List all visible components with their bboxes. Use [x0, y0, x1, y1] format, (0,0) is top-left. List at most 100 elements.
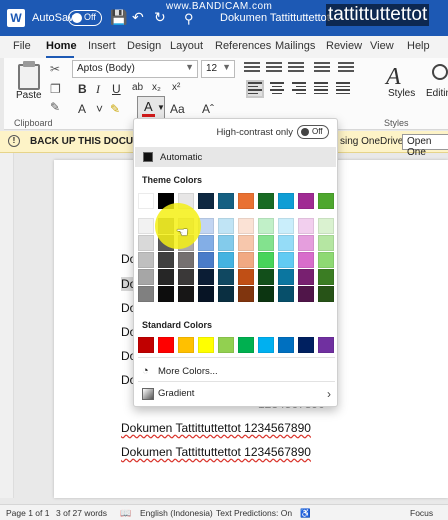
theme-shade-swatch[interactable] [298, 235, 314, 251]
theme-shade-swatch[interactable] [298, 286, 314, 302]
standard-color-swatch[interactable] [278, 337, 294, 353]
standard-color-swatch[interactable] [238, 337, 254, 353]
text-effects-icon[interactable]: A [78, 102, 86, 116]
cut-icon[interactable]: ✂ [50, 62, 60, 76]
standard-color-swatch[interactable] [158, 337, 174, 353]
highlight-icon[interactable]: ✎ [110, 102, 120, 116]
standard-color-swatch[interactable] [178, 337, 194, 353]
standard-color-swatch[interactable] [218, 337, 234, 353]
theme-shade-swatch[interactable] [198, 269, 214, 285]
theme-shade-swatch[interactable] [258, 235, 274, 251]
open-onedrive-button[interactable]: Open One [402, 134, 448, 158]
tab-file[interactable]: File [13, 40, 31, 52]
tab-view[interactable]: View [370, 40, 394, 52]
subscript-icon[interactable]: x₂ [152, 82, 161, 93]
theme-shade-swatch[interactable] [138, 286, 154, 302]
theme-shade-swatch[interactable] [178, 269, 194, 285]
align-center-icon[interactable] [270, 82, 284, 96]
tab-design[interactable]: Design [127, 40, 161, 52]
standard-color-swatch[interactable] [198, 337, 214, 353]
standard-color-swatch[interactable] [258, 337, 274, 353]
page-count[interactable]: Page 1 of 1 [6, 508, 49, 518]
theme-shade-swatch[interactable] [138, 218, 154, 234]
gradient-option[interactable]: Gradient [158, 388, 194, 399]
align-right-icon[interactable] [292, 82, 306, 96]
automatic-color-option[interactable]: Automatic [135, 147, 336, 167]
language[interactable]: English (Indonesia) [140, 508, 213, 518]
superscript-icon[interactable]: x² [172, 82, 180, 93]
theme-shade-swatch[interactable] [278, 269, 294, 285]
theme-color-swatch[interactable] [258, 193, 274, 209]
tab-mailings[interactable]: Mailings [275, 40, 315, 52]
font-color-button[interactable]: A ▼ [137, 96, 165, 120]
theme-shade-swatch[interactable] [278, 252, 294, 268]
theme-shade-swatch[interactable] [238, 286, 254, 302]
theme-shade-swatch[interactable] [218, 286, 234, 302]
theme-shade-swatch[interactable] [258, 252, 274, 268]
theme-shade-swatch[interactable] [298, 269, 314, 285]
theme-shade-swatch[interactable] [198, 235, 214, 251]
theme-color-swatch[interactable] [298, 193, 314, 209]
theme-shade-swatch[interactable] [318, 235, 334, 251]
styles-icon[interactable]: A [386, 64, 401, 91]
high-contrast-toggle[interactable]: Off [297, 125, 329, 139]
theme-shade-swatch[interactable] [158, 286, 174, 302]
theme-shade-swatch[interactable] [178, 286, 194, 302]
undo-icon[interactable]: ↶ [132, 9, 144, 25]
copy-icon[interactable]: ❐ [50, 82, 61, 96]
more-colors-option[interactable]: More Colors... [158, 366, 218, 377]
theme-color-swatch[interactable] [198, 193, 214, 209]
bullets-icon[interactable] [244, 62, 260, 74]
theme-shade-swatch[interactable] [238, 235, 254, 251]
paste-button-label[interactable]: Paste [16, 90, 42, 101]
numbering-icon[interactable] [266, 62, 282, 74]
text-predictions[interactable]: Text Predictions: On [216, 508, 292, 518]
theme-color-swatch[interactable] [318, 193, 334, 209]
tab-home[interactable]: Home [46, 40, 77, 52]
change-case-icon[interactable]: Aa [170, 102, 185, 116]
increase-indent-icon[interactable] [338, 62, 354, 74]
tab-insert[interactable]: Insert [88, 40, 116, 52]
standard-color-swatch[interactable] [318, 337, 334, 353]
theme-shade-swatch[interactable] [318, 286, 334, 302]
theme-color-swatch[interactable] [218, 193, 234, 209]
document-line[interactable]: Dokumen Tattittuttettot 1234567890 [121, 445, 311, 459]
theme-shade-swatch[interactable] [158, 269, 174, 285]
tab-help[interactable]: Help [407, 40, 430, 52]
theme-shade-swatch[interactable] [318, 218, 334, 234]
standard-color-swatch[interactable] [298, 337, 314, 353]
bold-icon[interactable]: B [78, 82, 87, 96]
format-painter-icon[interactable]: ✎ [50, 100, 60, 114]
search-icon[interactable]: ⚲ [184, 11, 194, 27]
theme-color-swatch[interactable] [138, 193, 154, 209]
focus-mode[interactable]: Focus [410, 508, 433, 518]
theme-shade-swatch[interactable] [218, 235, 234, 251]
chevron-down-icon[interactable]: ˅ [96, 102, 103, 116]
theme-shade-swatch[interactable] [258, 218, 274, 234]
theme-shade-swatch[interactable] [278, 218, 294, 234]
theme-shade-swatch[interactable] [138, 235, 154, 251]
theme-shade-swatch[interactable] [238, 269, 254, 285]
tab-review[interactable]: Review [326, 40, 362, 52]
redo-icon[interactable]: ↻ [154, 9, 166, 25]
autosave-toggle[interactable]: Off [68, 10, 102, 26]
theme-shade-swatch[interactable] [218, 218, 234, 234]
theme-shade-swatch[interactable] [238, 252, 254, 268]
editing-button-label[interactable]: Editing [426, 88, 448, 99]
theme-shade-swatch[interactable] [318, 252, 334, 268]
italic-icon[interactable]: I [96, 82, 100, 97]
tab-references[interactable]: References [215, 40, 271, 52]
theme-shade-swatch[interactable] [218, 269, 234, 285]
align-left-icon[interactable] [246, 80, 264, 98]
theme-shade-swatch[interactable] [318, 269, 334, 285]
tab-layout[interactable]: Layout [170, 40, 203, 52]
theme-shade-swatch[interactable] [278, 286, 294, 302]
word-count[interactable]: 3 of 27 words [56, 508, 107, 518]
justify-icon[interactable] [314, 82, 328, 96]
theme-shade-swatch[interactable] [158, 252, 174, 268]
theme-shade-swatch[interactable] [298, 218, 314, 234]
editing-icon[interactable] [432, 64, 448, 80]
theme-shade-swatch[interactable] [278, 235, 294, 251]
proofing-icon[interactable]: 📖 [120, 508, 131, 519]
theme-color-swatch[interactable] [278, 193, 294, 209]
